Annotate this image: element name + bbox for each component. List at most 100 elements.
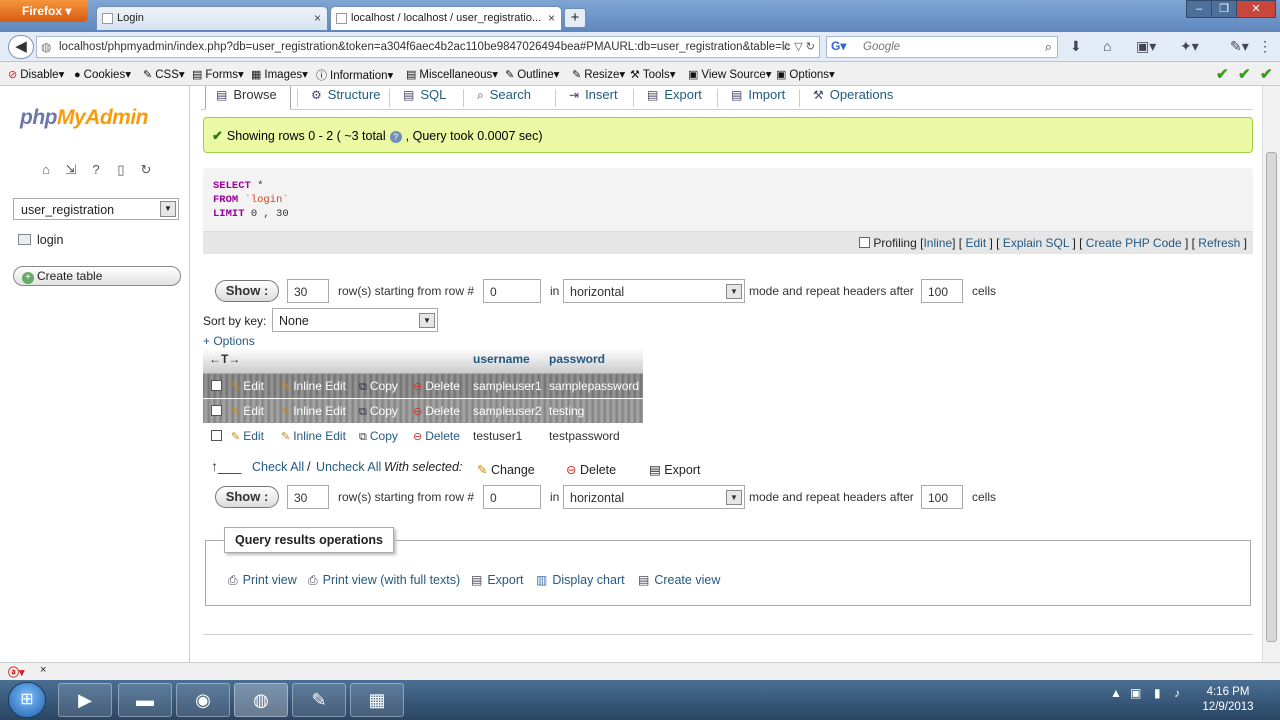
start-row-input[interactable]: 0 <box>483 485 541 509</box>
tray-arrow-icon[interactable]: ▲ <box>1110 686 1122 700</box>
back-button[interactable]: ◀ <box>8 35 34 59</box>
devbar-css[interactable]: ✎ CSS▾ <box>143 67 185 81</box>
row-checkbox[interactable] <box>211 430 222 441</box>
row-checkbox[interactable] <box>211 405 222 416</box>
devbar-options[interactable]: ▣ Options▾ <box>776 67 835 81</box>
edit-link[interactable]: ✎ Edit <box>231 379 264 393</box>
repeat-headers-input[interactable]: 100 <box>921 279 963 303</box>
devbar-forms[interactable]: ▤ Forms▾ <box>192 67 244 81</box>
display-chart-link[interactable]: ▥ Display chart <box>536 573 625 587</box>
tools-icon[interactable]: ✎▾ <box>1230 38 1249 55</box>
cell-username[interactable]: sampleuser2 <box>473 404 542 418</box>
repeat-headers-input[interactable]: 100 <box>921 485 963 509</box>
tab-import[interactable]: ▤ Import <box>731 86 785 110</box>
row-checkbox[interactable] <box>211 380 222 391</box>
change-button[interactable]: ✎ Change <box>477 462 535 477</box>
copy-link[interactable]: ⧉ Copy <box>359 429 398 444</box>
show-button[interactable]: Show : <box>215 486 279 508</box>
volume-icon[interactable]: ♪ <box>1174 686 1180 700</box>
app-icon[interactable]: ✎ <box>292 683 346 717</box>
vertical-scrollbar[interactable] <box>1262 86 1280 662</box>
uncheck-all-link[interactable]: Uncheck All <box>316 460 381 474</box>
database-select[interactable]: user_registration ▼ <box>13 198 179 220</box>
firefox-menu-button[interactable]: Firefox ▾ <box>0 0 88 22</box>
search-icon[interactable]: ⌕ <box>1045 39 1052 55</box>
create-php-code-link[interactable]: Create PHP Code <box>1086 236 1182 250</box>
sort-by-key-select[interactable]: None ▼ <box>272 308 438 332</box>
docs-icon[interactable]: ▯ <box>113 162 129 178</box>
file-explorer-icon[interactable]: ▬ <box>118 683 172 717</box>
devbar-disable[interactable]: ⊘ Disable▾ <box>8 67 64 81</box>
column-header-username[interactable]: username <box>473 352 530 366</box>
edit-sql-link[interactable]: Edit <box>965 236 986 250</box>
check-icon[interactable]: ✔ <box>1238 65 1251 83</box>
devbar-images[interactable]: ▦ Images▾ <box>251 67 308 81</box>
tab-phpmyadmin[interactable]: localhost / localhost / user_registratio… <box>330 6 562 30</box>
phpmyadmin-logo[interactable]: phpMyAdmin <box>20 106 148 130</box>
bookmarks-icon[interactable]: ▣▾ <box>1136 38 1156 55</box>
devbar-view-source[interactable]: ▣ View Source▾ <box>688 67 772 81</box>
print-view-link[interactable]: ⎙ Print view <box>228 573 297 588</box>
inline-edit-link[interactable]: ✎ Inline Edit <box>281 429 346 443</box>
chrome-icon[interactable]: ◉ <box>176 683 230 717</box>
options-link[interactable]: + Options <box>203 334 255 348</box>
create-view-link[interactable]: ▤ Create view <box>638 573 720 587</box>
tab-login[interactable]: Login × <box>96 6 328 30</box>
search-bar[interactable]: G▾ Google ⌕ <box>826 36 1058 58</box>
logout-icon[interactable]: ⇲ <box>63 162 79 178</box>
cell-password[interactable]: testing <box>549 404 584 418</box>
display-mode-select[interactable]: horizontal ▼ <box>563 485 745 509</box>
url-bar[interactable]: ◍ localhost/phpmyadmin/index.php?db=user… <box>36 36 820 58</box>
tab-sql[interactable]: ▤ SQL <box>403 86 446 110</box>
explain-sql-link[interactable]: Explain SQL <box>1003 236 1069 250</box>
devbar-information[interactable]: ⓘ Information▾ <box>316 67 393 83</box>
sidebar-item-login[interactable]: login <box>18 233 63 247</box>
column-arrows[interactable]: ←T→ <box>209 352 240 366</box>
delete-selected-button[interactable]: ⊖ Delete <box>566 462 616 477</box>
home-icon[interactable]: ⌂ <box>1103 38 1111 54</box>
google-icon[interactable]: G▾ <box>831 39 846 53</box>
tab-insert[interactable]: ⇥ Insert <box>569 86 618 110</box>
display-mode-select[interactable]: horizontal ▼ <box>563 279 745 303</box>
inline-link[interactable]: Inline <box>923 236 952 250</box>
menu-icon[interactable]: ⋮ <box>1258 38 1272 55</box>
rows-input[interactable]: 30 <box>287 279 329 303</box>
cell-username[interactable]: testuser1 <box>473 429 522 443</box>
cell-password[interactable]: samplepassword <box>549 379 639 393</box>
new-tab-button[interactable]: + <box>564 8 586 28</box>
system-clock[interactable]: 4:16 PM 12/9/2013 <box>1196 685 1260 715</box>
bookmark-star-icon[interactable]: ☆ ▽ ↻ <box>781 40 815 53</box>
adblock-icon[interactable]: ⓐ▾ <box>8 664 25 680</box>
close-tab-icon[interactable]: × <box>548 11 555 25</box>
delete-link[interactable]: ⊖ Delete <box>413 379 460 393</box>
check-icon[interactable]: ✔ <box>1216 65 1229 83</box>
firefox-icon[interactable]: ◍ <box>234 683 288 717</box>
tab-structure[interactable]: ⚙ Structure <box>311 86 381 110</box>
devbar-outline[interactable]: ✎ Outline▾ <box>505 67 559 81</box>
tab-operations[interactable]: ⚒ Operations <box>813 86 893 110</box>
edit-link[interactable]: ✎ Edit <box>231 404 264 418</box>
devbar-cookies[interactable]: ● Cookies▾ <box>74 67 131 81</box>
close-addon-bar-icon[interactable]: × <box>40 664 46 676</box>
delete-link[interactable]: ⊖ Delete <box>413 429 460 443</box>
close-tab-icon[interactable]: × <box>314 11 321 25</box>
tab-search[interactable]: ⌕ Search <box>477 86 531 110</box>
edit-link[interactable]: ✎ Edit <box>231 429 264 443</box>
check-icon[interactable]: ✔ <box>1260 65 1273 83</box>
cell-password[interactable]: testpassword <box>549 429 620 443</box>
network-icon[interactable]: ▮ <box>1154 686 1161 700</box>
devbar-miscellaneous[interactable]: ▤ Miscellaneous▾ <box>406 67 498 81</box>
close-window-button[interactable]: ✕ <box>1236 0 1276 18</box>
tab-browse[interactable]: ▤ Browse <box>205 86 291 110</box>
export-selected-button[interactable]: ▤ Export <box>649 462 700 477</box>
column-header-password[interactable]: password <box>549 352 605 366</box>
tab-export[interactable]: ▤ Export <box>647 86 702 110</box>
help-icon[interactable]: ? <box>88 162 104 178</box>
cell-username[interactable]: sampleuser1 <box>473 379 542 393</box>
scrollbar-thumb[interactable] <box>1266 152 1277 642</box>
start-row-input[interactable]: 0 <box>483 279 541 303</box>
minimize-button[interactable]: – <box>1186 0 1212 18</box>
home-icon[interactable]: ⌂ <box>38 162 54 178</box>
reload-icon[interactable]: ↻ <box>138 162 154 178</box>
copy-link[interactable]: ⧉ Copy <box>359 379 398 394</box>
